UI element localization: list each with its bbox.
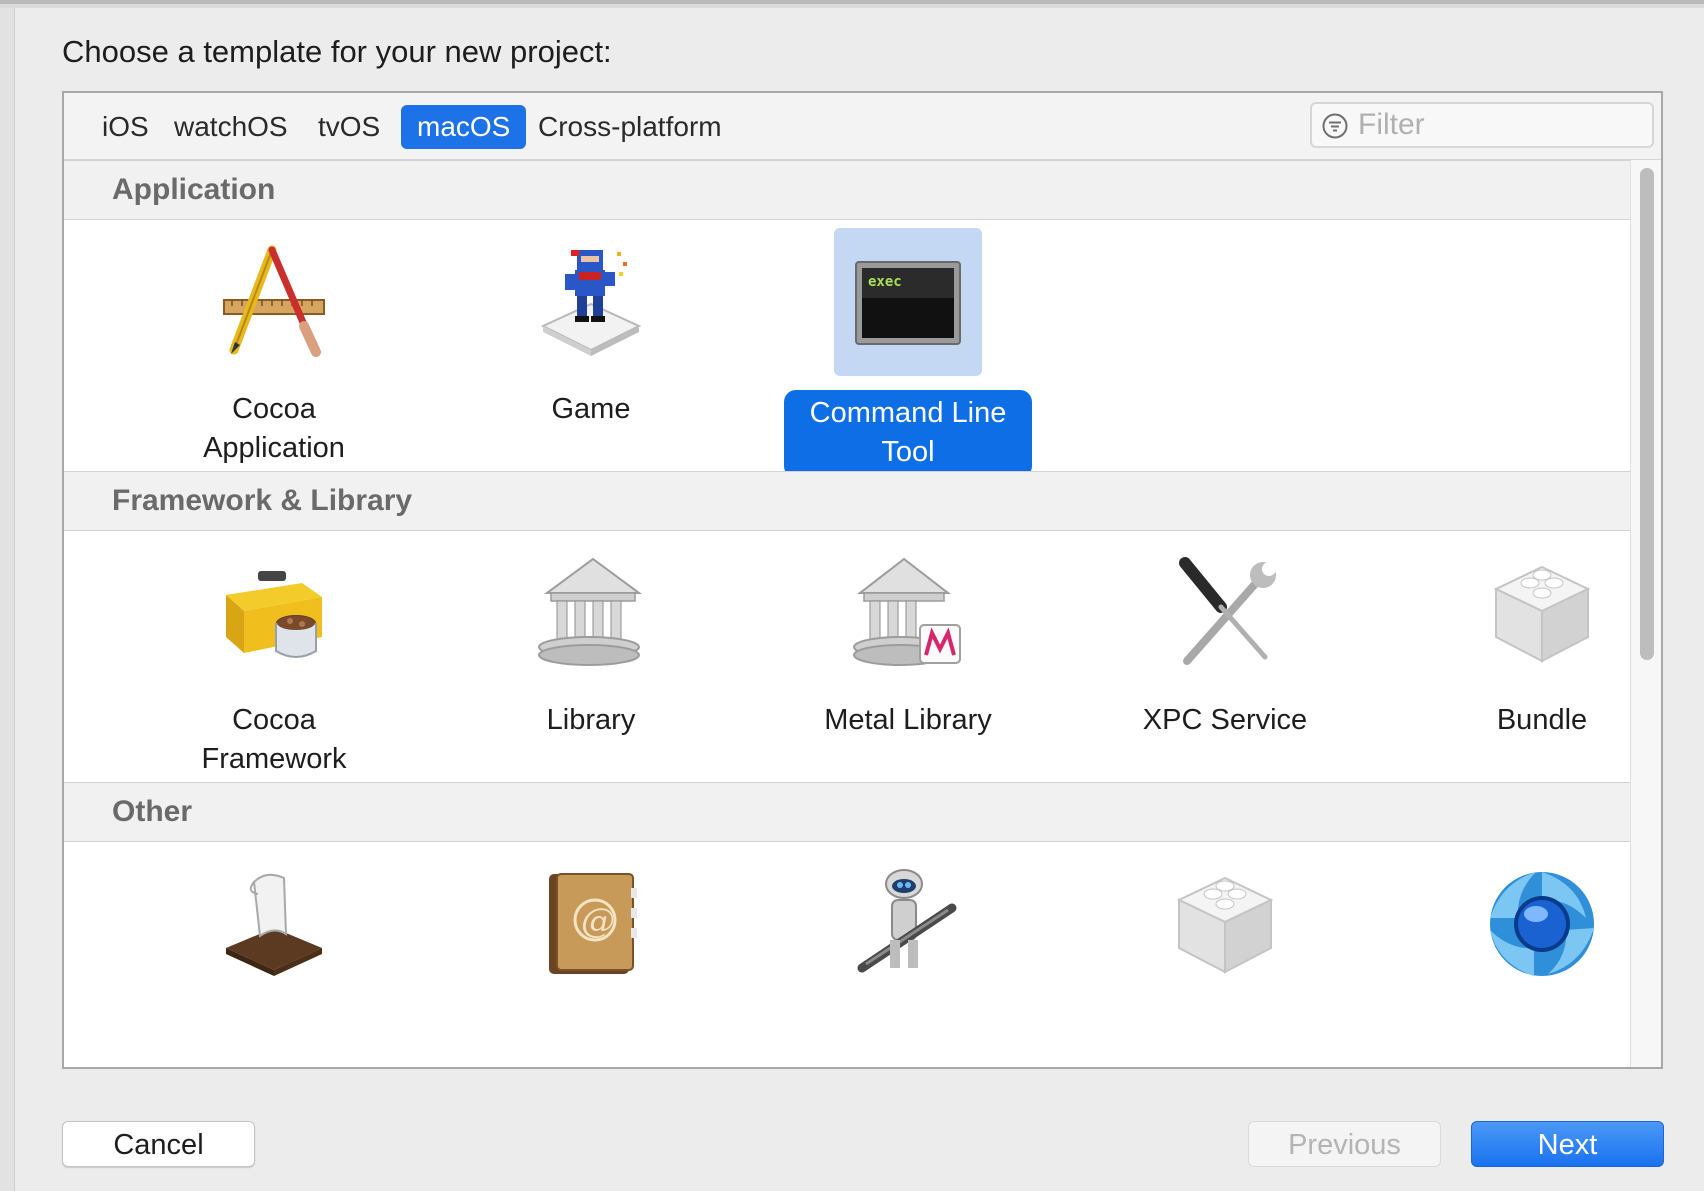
- template-label: Library: [546, 704, 636, 736]
- template-label-selected: Command Line Tool: [784, 390, 1032, 478]
- tab-tvos[interactable]: tvOS: [302, 105, 396, 149]
- tab-macos[interactable]: macOS: [401, 105, 527, 149]
- next-button[interactable]: Next: [1471, 1121, 1664, 1167]
- game-icon: [540, 250, 642, 356]
- platform-tab-bar: iOS watchOS tvOS macOS Cross-platform: [64, 93, 1661, 160]
- template-icon-wrap: [1468, 539, 1616, 687]
- xpc-service-icon: [1179, 557, 1276, 665]
- template-icon-wrap: [517, 539, 665, 687]
- automator-icon: [857, 869, 957, 973]
- bundle-icon: [1176, 876, 1274, 974]
- template-icon-wrap: [834, 850, 982, 998]
- section-header-framework-library: Framework & Library: [64, 471, 1630, 531]
- cancel-button[interactable]: Cancel: [62, 1121, 255, 1167]
- template-icon-wrap: [1151, 850, 1299, 998]
- template-icon-wrap: [1151, 539, 1299, 687]
- section-title: Framework & Library: [112, 484, 413, 517]
- template-icon-wrap: [834, 539, 982, 687]
- exec-icon-text: exec: [868, 274, 902, 290]
- filter-field[interactable]: [1310, 102, 1654, 148]
- section-title: Application: [112, 173, 276, 206]
- tab-watchos[interactable]: watchOS: [158, 105, 304, 149]
- template-list[interactable]: Application Cocoa Application Game exec …: [64, 160, 1630, 1067]
- section-framework-library: Cocoa Framework Library Metal Library XP…: [64, 531, 1630, 781]
- template-icon-wrap-selected: exec: [834, 228, 982, 376]
- template-icon-wrap: @: [517, 850, 665, 998]
- template-icon-wrap: [517, 228, 665, 376]
- section-other: @: [64, 842, 1630, 1067]
- filter-icon: [1322, 113, 1348, 139]
- template-label: Cocoa Application: [203, 393, 345, 464]
- tab-cross-platform[interactable]: Cross-platform: [522, 105, 738, 149]
- template-label: Bundle: [1496, 704, 1588, 736]
- template-label: Game: [551, 393, 631, 425]
- template-icon-wrap: [200, 228, 348, 376]
- bundle-icon: [1493, 565, 1591, 663]
- template-label: Cocoa Framework: [201, 704, 347, 775]
- library-icon: [538, 557, 643, 666]
- section-header-application: Application: [64, 160, 1630, 220]
- quartz-icon: [1490, 872, 1594, 976]
- section-application: Cocoa Application Game exec Command Line…: [64, 220, 1630, 478]
- section-title: Other: [112, 795, 193, 828]
- command-line-tool-icon: exec: [855, 261, 961, 345]
- metal-library-icon: [853, 557, 961, 666]
- template-panel: iOS watchOS tvOS macOS Cross-platform Ap…: [62, 91, 1663, 1069]
- template-icon-wrap: [200, 850, 348, 998]
- cocoa-application-icon: [223, 245, 325, 357]
- vertical-scrollbar[interactable]: [1630, 160, 1661, 1067]
- script-icon: [226, 873, 322, 976]
- at-sign-text: @: [581, 901, 615, 941]
- address-book-icon: @: [549, 873, 637, 974]
- section-header-other: Other: [64, 782, 1630, 842]
- window-top-edge-inner: [0, 4, 1704, 8]
- template-label: XPC Service: [1142, 704, 1308, 736]
- template-icon-wrap: [200, 539, 348, 687]
- template-icon-wrap: [1468, 850, 1616, 998]
- previous-button[interactable]: Previous: [1248, 1121, 1441, 1167]
- template-label: Metal Library: [824, 704, 992, 736]
- scrollbar-thumb[interactable]: [1640, 168, 1654, 660]
- filter-input[interactable]: [1358, 108, 1638, 142]
- dialog-prompt: Choose a template for your new project:: [62, 34, 612, 69]
- window-left-edge: [0, 8, 15, 1191]
- tab-ios[interactable]: iOS: [86, 105, 165, 149]
- cocoa-framework-icon: [226, 571, 322, 658]
